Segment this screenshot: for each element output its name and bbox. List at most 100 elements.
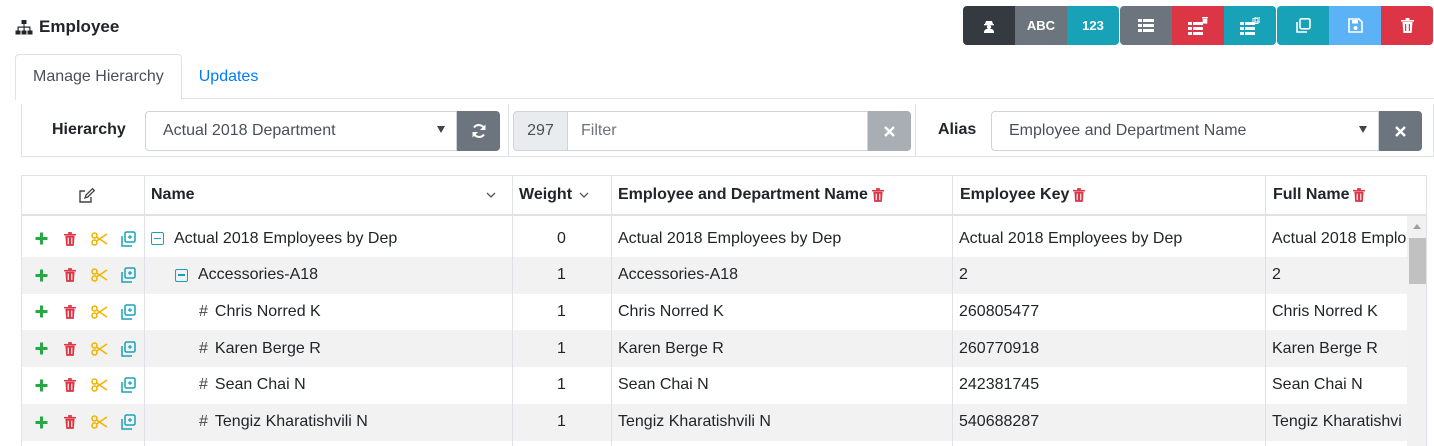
scroll-up-arrow[interactable] [1413,224,1421,229]
cell-alias[interactable]: Chris Norred K [611,293,952,330]
add-child-button[interactable] [31,412,51,432]
clear-filter-button[interactable] [868,111,911,151]
cut-row-button[interactable] [89,229,109,249]
cell-weight[interactable]: 1 [512,367,611,404]
cell-employee-key[interactable]: 2 [952,257,1265,294]
copy-row-button[interactable] [118,302,138,322]
collapse-icon[interactable] [175,268,188,282]
trash-icon[interactable] [1353,188,1366,202]
add-child-button[interactable] [31,375,51,395]
cell-name[interactable]: # Karen Berge R [144,330,512,367]
table-row[interactable]: # Tengiz Kharatishvili N 1 Tengiz Kharatish… [22,403,1407,441]
scrollbar-thumb[interactable] [1409,238,1426,284]
table-row[interactable]: # Karen Berge R 1 Karen Berge R 260770918 Kar… [22,330,1407,368]
hierarchy-label: Hierarchy [52,121,126,138]
cell-alias[interactable]: Karen Berge R [611,330,952,367]
copy-list-button[interactable] [1224,6,1276,45]
trash-icon [64,231,76,246]
copy-row-button[interactable] [118,265,138,285]
cell-name[interactable]: # Chris Norred K [144,293,512,330]
refresh-button[interactable] [457,111,500,151]
collapse-icon[interactable] [151,232,164,245]
cell-alias[interactable]: Accessories-A18 [611,257,952,294]
table-row[interactable]: # Sean Chai N 1 Sean Chai N 242381745 Sean Ch… [22,367,1407,404]
table-row[interactable]: # Chris Norred K 1 Chris Norred K 260805477 C… [22,293,1407,330]
cell-employee-key[interactable]: 242381745 [952,367,1265,404]
cell-name[interactable]: # Sean Chai N [144,367,512,404]
save-button[interactable] [1329,6,1381,45]
alias-select[interactable]: Employee and Department Name [991,111,1379,151]
trash-icon [64,415,76,429]
cell-full-name[interactable]: Actual 2018 Emplo [1265,220,1407,257]
cell-full-name[interactable]: Karen Berge R [1265,330,1407,367]
cell-weight[interactable]: 1 [512,404,611,441]
table-row[interactable]: Accessories-A18 1 Accessories-A18 2 2 [22,256,1407,294]
cell-name[interactable]: # Tengiz Kharatishvili N [144,404,512,441]
cut-row-button[interactable] [89,302,109,322]
cell-full-name[interactable]: Chris Norred K [1265,293,1407,330]
copy-row-button[interactable] [118,412,138,432]
cell-name-text: Actual 2018 Employees by Dep [174,229,398,247]
user-secret-button[interactable] [963,6,1015,45]
abc-button[interactable]: ABC [1015,6,1067,45]
cell-employee-key[interactable]: Actual 2018 Employees by Dep [952,220,1265,257]
column-header-employee-key[interactable]: Employee Key [953,176,1263,214]
cell-weight[interactable]: 1 [512,257,611,294]
delete-row-button[interactable] [60,229,80,249]
cell-name[interactable]: Actual 2018 Employees by Dep [144,220,512,257]
cell-full-name[interactable]: Tengiz Kharatishvi [1265,404,1407,441]
copy-row-button[interactable] [118,229,138,249]
add-child-button[interactable] [31,302,51,322]
delete-button[interactable] [1381,6,1433,45]
column-header-full-name-label: Full Name [1273,186,1350,203]
delete-row-button[interactable] [60,302,80,322]
cell-alias[interactable]: Tengiz Kharatishvili N [611,404,952,441]
cut-row-button[interactable] [89,375,109,395]
tab-manage-hierarchy[interactable]: Manage Hierarchy [15,54,182,100]
delete-row-button[interactable] [60,375,80,395]
hierarchy-select[interactable]: Actual 2018 Department [145,111,457,151]
cell-full-name[interactable]: 2 [1265,257,1407,294]
delete-row-button[interactable] [60,339,80,359]
cell-name[interactable]: Accessories-A18 [144,257,512,294]
add-child-button[interactable] [31,265,51,285]
filter-input[interactable]: Filter [568,111,868,151]
cell-employee-key[interactable]: 260770918 [952,330,1265,367]
trash-icon[interactable] [1073,188,1086,202]
tab-updates[interactable]: Updates [182,54,276,99]
numeric-button[interactable]: 123 [1067,6,1119,45]
cell-employee-key[interactable]: 260805477 [952,293,1265,330]
row-actions [31,220,138,257]
cell-alias[interactable]: Sean Chai N [611,367,952,404]
column-divider [144,176,145,446]
clear-alias-button[interactable] [1379,111,1422,151]
copy-row-button[interactable] [118,375,138,395]
cell-weight[interactable]: 1 [512,330,611,367]
copy-button[interactable] [1277,6,1329,45]
delete-row-button[interactable] [60,265,80,285]
copy-row-button[interactable] [118,339,138,359]
trash-icon[interactable] [871,188,884,202]
column-header-name[interactable]: Name [144,176,510,214]
add-child-button[interactable] [31,339,51,359]
cell-weight[interactable]: 1 [512,293,611,330]
add-child-button[interactable] [31,229,51,249]
column-header-alias-label: Employee and Department Name [618,186,868,203]
column-header-alias[interactable]: Employee and Department Name [611,176,951,214]
cut-row-button[interactable] [89,265,109,285]
list-button[interactable] [1120,6,1172,45]
column-header-weight[interactable]: Weight [512,176,608,214]
edit-column-header[interactable] [72,176,102,214]
delete-list-button[interactable] [1172,6,1224,45]
table-row[interactable]: Actual 2018 Employees by Dep 0 Actual 2018… [22,220,1407,257]
delete-row-button[interactable] [60,412,80,432]
vertical-scrollbar[interactable] [1407,216,1426,446]
cell-weight[interactable]: 0 [512,220,611,257]
cell-full-name[interactable]: Sean Chai N [1265,367,1407,404]
column-header-full-name[interactable]: Full Name [1266,176,1406,214]
list-copy-icon [1240,16,1260,35]
cut-row-button[interactable] [89,412,109,432]
cell-employee-key[interactable]: 540688287 [952,404,1265,441]
cut-row-button[interactable] [89,339,109,359]
cell-alias[interactable]: Actual 2018 Employees by Dep [611,220,952,257]
